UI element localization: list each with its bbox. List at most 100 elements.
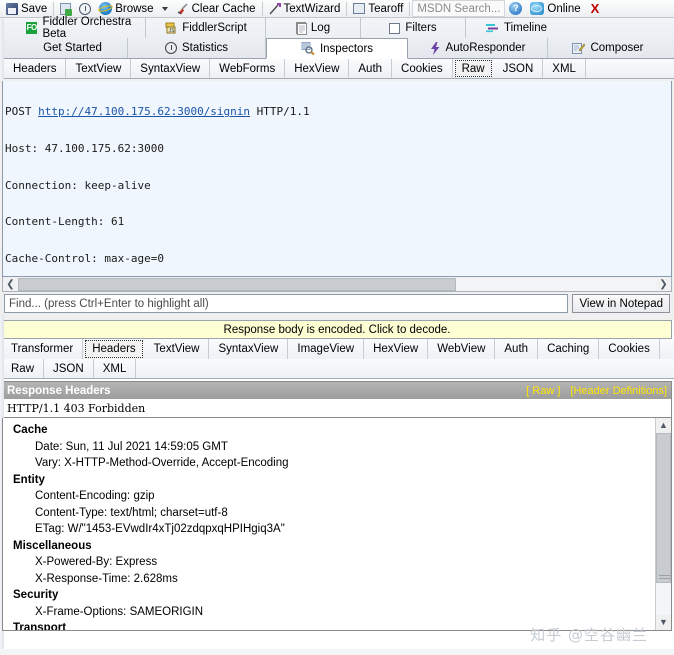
response-subtab-xml[interactable]: XML xyxy=(94,359,137,378)
request-url-link[interactable]: http://47.100.175.62:3000/signin xyxy=(38,105,250,118)
response-headers-panel-header: Response Headers [ Raw ] [Header Definit… xyxy=(2,381,672,399)
request-subtab-auth[interactable]: Auth xyxy=(349,59,393,78)
request-subtab-webforms[interactable]: WebForms xyxy=(210,59,286,78)
clock-icon xyxy=(79,2,92,15)
msdn-search-input[interactable]: MSDN Search... xyxy=(412,0,506,17)
request-subtab-xml[interactable]: XML xyxy=(543,59,586,78)
tearoff-label: Tearoff xyxy=(368,2,404,15)
tab-fiddler-orchestra-beta[interactable]: FO Fiddler Orchestra Beta xyxy=(18,16,146,40)
subtab-label: Cookies xyxy=(608,343,650,355)
tab-filters[interactable]: Filters xyxy=(361,18,466,38)
response-subtab-caching[interactable]: Caching xyxy=(538,339,600,359)
response-subtab-syntaxview[interactable]: SyntaxView xyxy=(209,339,289,359)
request-subtab-syntaxview[interactable]: SyntaxView xyxy=(131,59,211,78)
tab-label: Composer xyxy=(590,42,644,54)
response-inspector-subtabs-row-1: Transformer Headers TextView SyntaxView … xyxy=(0,339,674,359)
scroll-down-icon[interactable]: ▼ xyxy=(656,615,671,630)
request-subtab-hexview[interactable]: HexView xyxy=(285,59,350,78)
scroll-up-icon[interactable]: ▲ xyxy=(656,418,671,433)
request-subtab-textview[interactable]: TextView xyxy=(66,59,132,78)
subtab-label: Raw xyxy=(461,62,485,75)
tree-item: Content-Type: text/html; charset=utf-8 xyxy=(35,506,228,519)
svg-text:JS: JS xyxy=(169,28,176,34)
subtab-label: Raw xyxy=(11,362,35,375)
tree-group-label[interactable]: Cache xyxy=(13,422,671,439)
tree-group-label[interactable]: Entity xyxy=(13,472,671,489)
request-horizontal-scrollbar[interactable]: ❮ ❯ xyxy=(2,277,672,292)
response-subtab-imageview[interactable]: ImageView xyxy=(288,339,365,359)
save-button-label: Save xyxy=(21,2,48,15)
scroll-left-icon[interactable]: ❮ xyxy=(3,279,18,290)
request-header-line: Content-Length: 61 xyxy=(5,215,125,229)
request-subtab-raw[interactable]: Raw xyxy=(454,60,492,77)
subtab-label: HexView xyxy=(294,62,340,75)
help-icon: ? xyxy=(509,2,523,15)
close-icon[interactable]: X xyxy=(591,1,600,16)
file-add-icon xyxy=(60,2,73,16)
request-subtab-json[interactable]: JSON xyxy=(494,59,544,78)
request-method: POST xyxy=(5,105,39,119)
header-definitions-link[interactable]: [Header Definitions] xyxy=(570,385,667,397)
raw-link[interactable]: [ Raw ] xyxy=(526,385,560,397)
scroll-right-icon[interactable]: ❯ xyxy=(656,279,671,290)
response-headers-tree[interactable]: Cache Date: Sun, 11 Jul 2021 14:59:05 GM… xyxy=(2,418,672,631)
tab-get-started[interactable]: Get Started xyxy=(18,38,128,58)
response-vertical-scrollbar[interactable]: ▲ ▼ xyxy=(655,418,671,630)
response-subtab-raw[interactable]: Raw xyxy=(2,359,45,378)
request-subtab-cookies[interactable]: Cookies xyxy=(392,59,453,78)
log-icon xyxy=(295,22,307,35)
tab-label: Log xyxy=(310,22,331,34)
tab-timeline[interactable]: Timeline xyxy=(466,18,566,38)
browse-button[interactable]: Browse xyxy=(95,1,157,17)
response-subtab-auth[interactable]: Auth xyxy=(495,339,539,359)
subtab-label: TextView xyxy=(153,343,200,355)
hscroll-thumb[interactable] xyxy=(18,277,456,291)
response-subtab-textview[interactable]: TextView xyxy=(145,339,210,359)
subtab-label: Auth xyxy=(358,62,383,75)
tree-item: X-Frame-Options: SAMEORIGIN xyxy=(35,605,204,618)
tab-composer[interactable]: Composer xyxy=(548,38,668,58)
text-wizard-button[interactable]: TextWizard xyxy=(265,1,345,17)
save-button[interactable]: Save xyxy=(2,1,51,17)
clock-button[interactable] xyxy=(75,1,95,17)
tab-fiddlerscript[interactable]: JS FiddlerScript xyxy=(146,18,266,38)
browse-dropdown-button[interactable] xyxy=(158,1,172,17)
tab-autoresponder[interactable]: AutoResponder xyxy=(408,38,548,58)
hscroll-track[interactable] xyxy=(18,277,656,291)
tree-item: Content-Encoding: gzip xyxy=(35,490,155,502)
online-status-button[interactable]: Online xyxy=(526,1,584,17)
response-subtab-transformer[interactable]: Transformer xyxy=(2,339,84,359)
subtab-label: TextView xyxy=(75,62,122,75)
help-button[interactable]: ? xyxy=(505,1,526,17)
tearoff-button[interactable]: Tearoff xyxy=(349,1,407,17)
subtab-label: ImageView xyxy=(297,343,355,355)
subtab-label: Headers xyxy=(13,62,57,75)
tree-item: X-Response-Time: 2.628ms xyxy=(35,572,178,585)
response-inspector-subtabs-row-2: Raw JSON XML xyxy=(0,359,674,379)
tab-log[interactable]: Log xyxy=(266,18,361,38)
find-input[interactable]: Find... (press Ctrl+Enter to highlight a… xyxy=(4,294,569,313)
vscroll-track[interactable] xyxy=(656,433,671,615)
clear-cache-button[interactable]: Clear Cache xyxy=(172,1,260,17)
response-subtab-json[interactable]: JSON xyxy=(44,359,94,378)
filters-checkbox-icon xyxy=(389,22,401,34)
response-subtab-webview[interactable]: WebView xyxy=(428,339,496,359)
response-subtab-cookies[interactable]: Cookies xyxy=(599,339,660,359)
tree-group-label[interactable]: Security xyxy=(13,587,671,604)
tree-group-label[interactable]: Miscellaneous xyxy=(13,538,671,555)
tab-statistics[interactable]: Statistics xyxy=(128,38,266,58)
subtab-label: SyntaxView xyxy=(140,62,201,75)
view-in-notepad-button[interactable]: View in Notepad xyxy=(572,294,670,313)
msdn-search-label: MSDN Search... xyxy=(417,2,501,15)
vscroll-thumb[interactable] xyxy=(656,433,671,583)
tab-inspectors[interactable]: Inspectors xyxy=(266,38,408,59)
response-encoded-notice[interactable]: Response body is encoded. Click to decod… xyxy=(2,320,672,339)
view-in-notepad-label: View in Notepad xyxy=(579,297,663,310)
main-tabs-row-2: Get Started Statistics Inspectors AutoRe… xyxy=(18,38,674,59)
response-subtab-headers[interactable]: Headers xyxy=(85,340,143,358)
request-subtab-headers[interactable]: Headers xyxy=(4,59,67,78)
new-file-button[interactable] xyxy=(56,1,75,17)
request-header-line: Cache-Control: max-age=0 xyxy=(5,251,164,265)
request-raw-textarea[interactable]: POST http://47.100.175.62:3000/signin HT… xyxy=(2,81,672,277)
response-subtab-hexview[interactable]: HexView xyxy=(364,339,429,359)
